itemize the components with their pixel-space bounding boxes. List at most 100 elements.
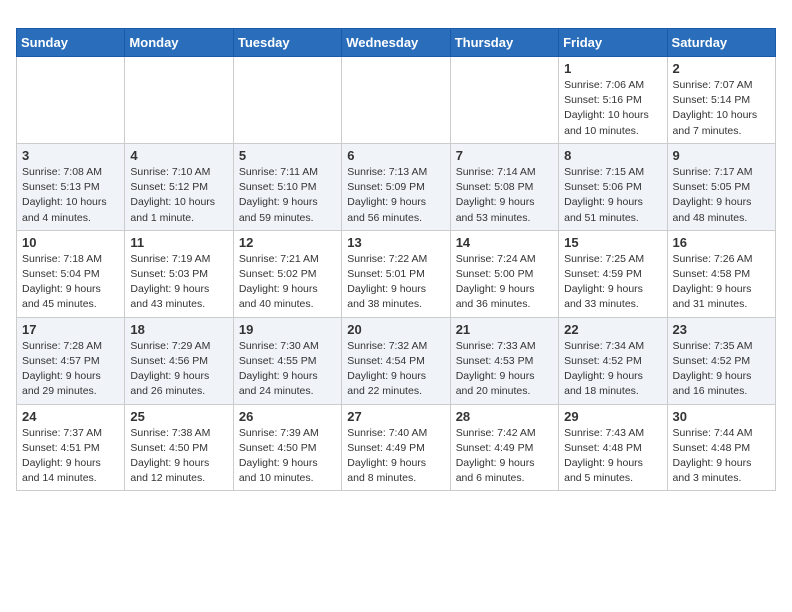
calendar-cell: 18 Sunrise: 7:29 AMSunset: 4:56 PMDayligh… [125,317,233,404]
day-number: 14 [456,235,553,250]
calendar-cell: 4 Sunrise: 7:10 AMSunset: 5:12 PMDaylight… [125,143,233,230]
day-number: 9 [673,148,770,163]
day-info: Sunrise: 7:40 AMSunset: 4:49 PMDaylight:… [347,426,444,487]
calendar-day-header: Friday [559,29,667,57]
day-info: Sunrise: 7:33 AMSunset: 4:53 PMDaylight:… [456,339,553,400]
calendar-cell: 21Sunrise: 7:33 AMSunset: 4:53 PMDayligh… [450,317,558,404]
calendar-cell: 10 Sunrise: 7:18 AMSunset: 5:04 PMDayligh… [17,230,125,317]
day-number: 16 [673,235,770,250]
day-info: Sunrise: 7:28 AMSunset: 4:57 PMDaylight:… [22,339,119,400]
calendar-cell: 27 Sunrise: 7:40 AMSunset: 4:49 PMDayligh… [342,404,450,491]
day-number: 2 [673,61,770,76]
calendar-day-header: Tuesday [233,29,341,57]
calendar-cell: 16 Sunrise: 7:26 AMSunset: 4:58 PMDayligh… [667,230,775,317]
day-info: Sunrise: 7:24 AMSunset: 5:00 PMDaylight:… [456,252,553,313]
calendar-cell: 1 Sunrise: 7:06 AMSunset: 5:16 PMDaylight… [559,57,667,144]
day-number: 26 [239,409,336,424]
calendar-cell [342,57,450,144]
calendar-cell: 3 Sunrise: 7:08 AMSunset: 5:13 PMDaylight… [17,143,125,230]
day-number: 13 [347,235,444,250]
day-info: Sunrise: 7:14 AMSunset: 5:08 PMDaylight:… [456,165,553,226]
day-number: 29 [564,409,661,424]
day-info: Sunrise: 7:08 AMSunset: 5:13 PMDaylight:… [22,165,119,226]
day-info: Sunrise: 7:39 AMSunset: 4:50 PMDaylight:… [239,426,336,487]
day-number: 3 [22,148,119,163]
day-info: Sunrise: 7:26 AMSunset: 4:58 PMDaylight:… [673,252,770,313]
calendar-cell: 15 Sunrise: 7:25 AMSunset: 4:59 PMDayligh… [559,230,667,317]
day-number: 25 [130,409,227,424]
calendar-cell: 22 Sunrise: 7:34 AMSunset: 4:52 PMDayligh… [559,317,667,404]
calendar-cell: 11 Sunrise: 7:19 AMSunset: 5:03 PMDayligh… [125,230,233,317]
day-number: 8 [564,148,661,163]
day-info: Sunrise: 7:32 AMSunset: 4:54 PMDaylight:… [347,339,444,400]
calendar-cell: 5 Sunrise: 7:11 AMSunset: 5:10 PMDaylight… [233,143,341,230]
day-info: Sunrise: 7:17 AMSunset: 5:05 PMDaylight:… [673,165,770,226]
day-number: 6 [347,148,444,163]
day-number: 30 [673,409,770,424]
calendar-cell [450,57,558,144]
day-number: 15 [564,235,661,250]
calendar-cell: 24 Sunrise: 7:37 AMSunset: 4:51 PMDayligh… [17,404,125,491]
day-number: 22 [564,322,661,337]
day-number: 23 [673,322,770,337]
calendar-cell: 6 Sunrise: 7:13 AMSunset: 5:09 PMDaylight… [342,143,450,230]
calendar-cell: 2 Sunrise: 7:07 AMSunset: 5:14 PMDaylight… [667,57,775,144]
day-info: Sunrise: 7:44 AMSunset: 4:48 PMDaylight:… [673,426,770,487]
day-info: Sunrise: 7:34 AMSunset: 4:52 PMDaylight:… [564,339,661,400]
day-info: Sunrise: 7:38 AMSunset: 4:50 PMDaylight:… [130,426,227,487]
day-info: Sunrise: 7:18 AMSunset: 5:04 PMDaylight:… [22,252,119,313]
calendar-day-header: Thursday [450,29,558,57]
calendar-cell: 25 Sunrise: 7:38 AMSunset: 4:50 PMDayligh… [125,404,233,491]
calendar-cell: 12 Sunrise: 7:21 AMSunset: 5:02 PMDayligh… [233,230,341,317]
calendar-cell: 9 Sunrise: 7:17 AMSunset: 5:05 PMDaylight… [667,143,775,230]
calendar-cell: 28 Sunrise: 7:42 AMSunset: 4:49 PMDayligh… [450,404,558,491]
calendar-day-header: Monday [125,29,233,57]
calendar-cell: 26 Sunrise: 7:39 AMSunset: 4:50 PMDayligh… [233,404,341,491]
day-number: 28 [456,409,553,424]
day-number: 7 [456,148,553,163]
day-number: 5 [239,148,336,163]
calendar-day-header: Wednesday [342,29,450,57]
day-number: 11 [130,235,227,250]
calendar-cell: 17 Sunrise: 7:28 AMSunset: 4:57 PMDayligh… [17,317,125,404]
day-number: 20 [347,322,444,337]
day-number: 19 [239,322,336,337]
calendar-cell: 19 Sunrise: 7:30 AMSunset: 4:55 PMDayligh… [233,317,341,404]
day-info: Sunrise: 7:07 AMSunset: 5:14 PMDaylight:… [673,78,770,139]
calendar-week-row: 1 Sunrise: 7:06 AMSunset: 5:16 PMDaylight… [17,57,776,144]
day-info: Sunrise: 7:42 AMSunset: 4:49 PMDaylight:… [456,426,553,487]
calendar-cell: 29 Sunrise: 7:43 AMSunset: 4:48 PMDayligh… [559,404,667,491]
day-info: Sunrise: 7:11 AMSunset: 5:10 PMDaylight:… [239,165,336,226]
calendar-cell: 20 Sunrise: 7:32 AMSunset: 4:54 PMDayligh… [342,317,450,404]
day-number: 17 [22,322,119,337]
day-info: Sunrise: 7:25 AMSunset: 4:59 PMDaylight:… [564,252,661,313]
day-info: Sunrise: 7:10 AMSunset: 5:12 PMDaylight:… [130,165,227,226]
calendar-cell: 8Sunrise: 7:15 AMSunset: 5:06 PMDaylight… [559,143,667,230]
day-number: 12 [239,235,336,250]
day-number: 10 [22,235,119,250]
day-number: 27 [347,409,444,424]
calendar-cell: 30 Sunrise: 7:44 AMSunset: 4:48 PMDayligh… [667,404,775,491]
day-number: 24 [22,409,119,424]
day-number: 18 [130,322,227,337]
day-info: Sunrise: 7:29 AMSunset: 4:56 PMDaylight:… [130,339,227,400]
calendar-week-row: 3 Sunrise: 7:08 AMSunset: 5:13 PMDaylight… [17,143,776,230]
calendar-day-header: Saturday [667,29,775,57]
day-info: Sunrise: 7:37 AMSunset: 4:51 PMDaylight:… [22,426,119,487]
calendar-cell [125,57,233,144]
day-info: Sunrise: 7:35 AMSunset: 4:52 PMDaylight:… [673,339,770,400]
calendar-day-header: Sunday [17,29,125,57]
calendar-week-row: 17 Sunrise: 7:28 AMSunset: 4:57 PMDayligh… [17,317,776,404]
day-info: Sunrise: 7:19 AMSunset: 5:03 PMDaylight:… [130,252,227,313]
day-number: 4 [130,148,227,163]
day-info: Sunrise: 7:21 AMSunset: 5:02 PMDaylight:… [239,252,336,313]
calendar-cell: 23 Sunrise: 7:35 AMSunset: 4:52 PMDayligh… [667,317,775,404]
day-info: Sunrise: 7:30 AMSunset: 4:55 PMDaylight:… [239,339,336,400]
calendar-week-row: 24 Sunrise: 7:37 AMSunset: 4:51 PMDayligh… [17,404,776,491]
day-number: 1 [564,61,661,76]
calendar-cell: 14 Sunrise: 7:24 AMSunset: 5:00 PMDayligh… [450,230,558,317]
day-info: Sunrise: 7:13 AMSunset: 5:09 PMDaylight:… [347,165,444,226]
day-info: Sunrise: 7:43 AMSunset: 4:48 PMDaylight:… [564,426,661,487]
calendar-table: SundayMondayTuesdayWednesdayThursdayFrid… [16,28,776,491]
day-info: Sunrise: 7:06 AMSunset: 5:16 PMDaylight:… [564,78,661,139]
